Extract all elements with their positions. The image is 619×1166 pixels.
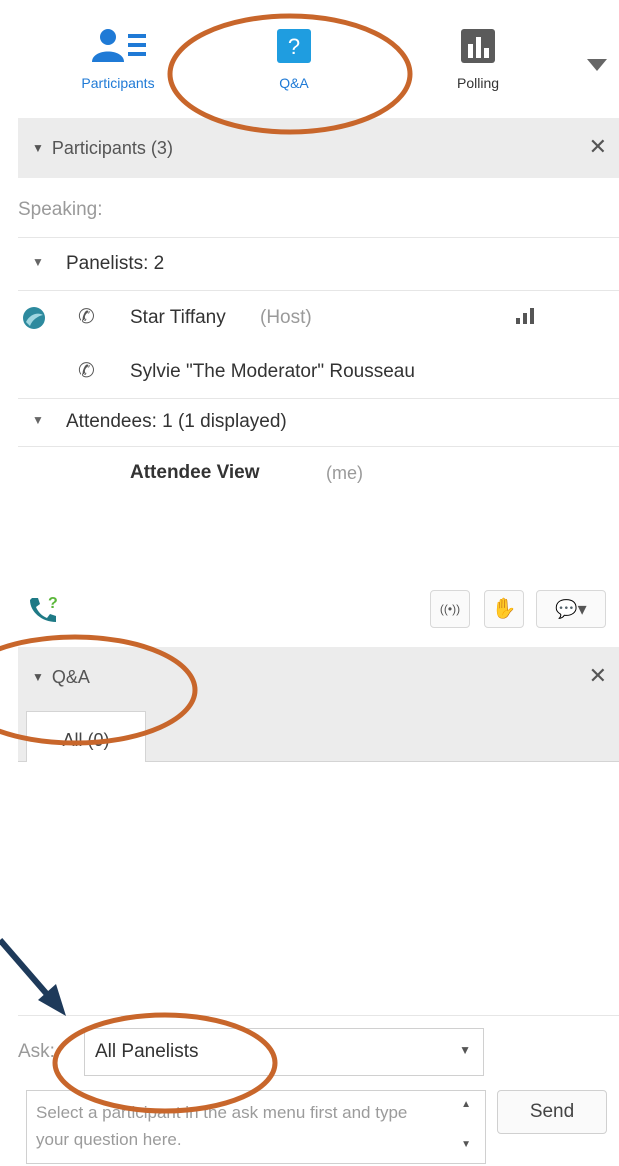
expand-triangle-icon[interactable]: ▼ bbox=[32, 255, 44, 269]
polling-tab-label: Polling bbox=[456, 75, 500, 91]
participant-name: Sylvie "The Moderator" Rousseau bbox=[130, 361, 415, 382]
question-placeholder: Select a participant in the ask menu fir… bbox=[36, 1103, 408, 1149]
top-toolbar: Participants ? Q&A Polling bbox=[18, 0, 619, 118]
question-input[interactable]: Select a participant in the ask menu fir… bbox=[26, 1090, 486, 1164]
feedback-chat-icon: 💬▾ bbox=[555, 599, 587, 619]
qa-panel-title: Q&A bbox=[51, 667, 90, 687]
annotation-arrow-line bbox=[0, 938, 55, 1002]
participant-row[interactable]: ✆ Sylvie "The Moderator" Rousseau bbox=[18, 346, 619, 399]
close-participants-icon[interactable]: ✕ bbox=[589, 134, 607, 160]
participants-tab-button[interactable]: Participants bbox=[58, 28, 178, 91]
ask-recipient-select[interactable]: All Panelists ▼ bbox=[84, 1028, 484, 1076]
attendees-label: Attendees: 1 (1 displayed) bbox=[66, 411, 287, 432]
svg-text:?: ? bbox=[48, 595, 58, 612]
chevron-down-icon: ▼ bbox=[459, 1043, 471, 1057]
question-icon: ? bbox=[277, 29, 311, 63]
attendee-name: Attendee View bbox=[130, 462, 260, 483]
raise-hand-button[interactable]: ✋ bbox=[484, 590, 524, 628]
qa-panel-title-wrap: ▼ Q&A bbox=[32, 667, 90, 688]
attendee-me-suffix: (me) bbox=[326, 463, 363, 483]
qa-tab-all[interactable]: All (0) bbox=[26, 711, 146, 762]
polling-chart-icon bbox=[461, 29, 495, 63]
attendees-group-header[interactable]: ▼ Attendees: 1 (1 displayed) bbox=[18, 400, 619, 447]
participant-role: (Host) bbox=[260, 307, 312, 328]
feedback-menu-button[interactable]: 💬▾ bbox=[536, 590, 606, 628]
annotation-arrow-head bbox=[38, 984, 66, 1016]
participants-panel-header[interactable]: ▼ Participants (3) ✕ bbox=[18, 118, 619, 178]
speaking-row: Speaking: bbox=[18, 181, 619, 238]
scroll-down-icon[interactable]: ▼ bbox=[461, 1139, 471, 1150]
participants-panel-title-wrap: ▼ Participants (3) bbox=[32, 138, 173, 159]
ask-selected-value: All Panelists bbox=[95, 1041, 199, 1062]
close-qa-icon[interactable]: ✕ bbox=[589, 663, 607, 689]
qa-tab-button[interactable]: ? Q&A bbox=[234, 28, 354, 91]
participant-name: Star Tiffany bbox=[130, 307, 226, 328]
collapse-triangle-icon[interactable]: ▼ bbox=[32, 141, 44, 155]
phone-question-icon: ? bbox=[30, 595, 58, 622]
chevron-down-icon bbox=[587, 59, 607, 71]
panelists-group-header[interactable]: ▼ Panelists: 2 bbox=[18, 240, 619, 291]
phone-icon: ✆ bbox=[78, 306, 95, 328]
participants-icon bbox=[92, 29, 146, 62]
raise-hand-icon: ✋ bbox=[491, 598, 517, 620]
audio-signal-icon bbox=[516, 308, 534, 324]
scroll-up-icon[interactable]: ▲ bbox=[461, 1099, 471, 1110]
phone-question-button[interactable]: ? bbox=[26, 594, 60, 629]
speaking-label: Speaking: bbox=[18, 199, 103, 220]
participants-panel-title: Participants (3) bbox=[51, 138, 173, 158]
qa-panel-header[interactable]: ▼ Q&A ✕ bbox=[18, 647, 619, 707]
presenter-ball-icon bbox=[23, 307, 45, 329]
collapse-triangle-icon[interactable]: ▼ bbox=[32, 670, 44, 684]
qa-tab-label: Q&A bbox=[279, 75, 309, 91]
phone-icon: ✆ bbox=[78, 360, 95, 382]
audio-broadcast-button[interactable]: ((•)) bbox=[430, 590, 470, 628]
participants-tab-label: Participants bbox=[81, 75, 155, 91]
polling-tab-button[interactable]: Polling bbox=[418, 28, 538, 91]
expand-triangle-icon[interactable]: ▼ bbox=[32, 413, 44, 427]
svg-text:?: ? bbox=[288, 34, 300, 59]
more-tabs-dropdown[interactable] bbox=[586, 58, 608, 77]
broadcast-icon: ((•)) bbox=[439, 602, 461, 616]
send-button[interactable]: Send bbox=[497, 1090, 607, 1134]
ask-label: Ask: bbox=[18, 1041, 55, 1062]
attendee-row[interactable]: Attendee View (me) bbox=[18, 448, 619, 500]
participant-row[interactable]: ✆ Star Tiffany (Host) bbox=[18, 292, 619, 344]
panelists-label: Panelists: 2 bbox=[66, 253, 165, 274]
